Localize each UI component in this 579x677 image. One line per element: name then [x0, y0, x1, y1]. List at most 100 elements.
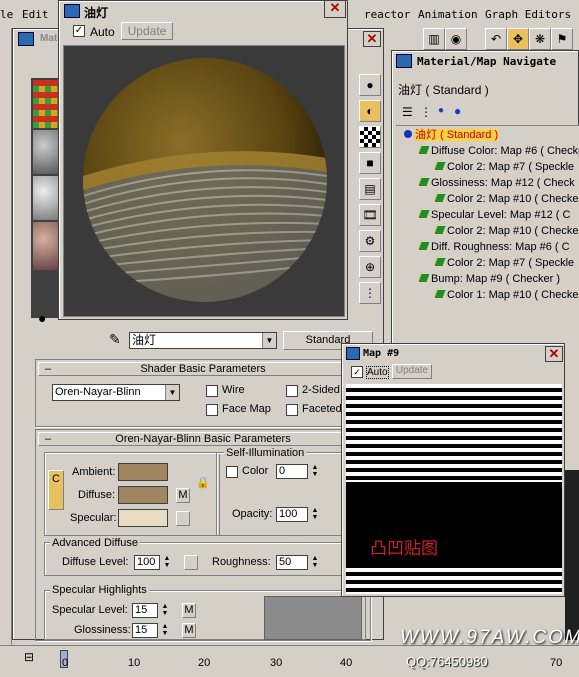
toolbar-icon-4[interactable]: ✥ [507, 28, 529, 50]
uv-tiling-icon[interactable]: ■ [359, 152, 381, 174]
specular-level-spinner[interactable]: ▲ ▼ [160, 603, 170, 617]
tree-item[interactable]: Color 2: Map #10 ( Checke [434, 192, 578, 207]
diffuse-level-spinner[interactable]: ▲ ▼ [162, 555, 172, 569]
map-icon [434, 258, 446, 266]
map-preview: 凸凹贴图 [346, 384, 562, 594]
sample-slot-1[interactable] [33, 80, 59, 128]
menu-graph-editors[interactable]: Graph Editors [485, 8, 571, 21]
map-title: Map #9 [363, 348, 400, 359]
preview-title: 油灯 [84, 6, 109, 20]
select-by-material-icon[interactable]: ⊕ [359, 256, 381, 278]
specular-level-field[interactable]: 15 [132, 603, 158, 618]
large-icons-view-icon[interactable]: ● [454, 104, 461, 118]
ambient-swatch[interactable] [118, 463, 168, 481]
tree-item[interactable]: Color 2: Map #7 ( Speckle [434, 256, 574, 271]
diffuse-map-button[interactable]: M [176, 488, 190, 503]
menu-file[interactable]: le [0, 8, 13, 21]
two-sided-checkbox[interactable] [286, 385, 298, 397]
tree-item[interactable]: Glossiness: Map #12 ( Check [418, 176, 575, 191]
toolbar-icon-5[interactable]: ❋ [529, 28, 551, 50]
self-illum-spinner[interactable]: ▲ ▼ [310, 464, 320, 478]
tree-item[interactable]: Specular Level: Map #12 ( C [418, 208, 570, 223]
faceted-checkbox[interactable] [286, 404, 298, 416]
glossiness-field[interactable]: 15 [132, 623, 158, 638]
pick-material-icon[interactable]: ✎ [109, 331, 121, 348]
highlight-graph [264, 596, 362, 640]
sample-slot-2[interactable] [33, 130, 59, 174]
face-map-checkbox[interactable] [206, 404, 218, 416]
opacity-field[interactable]: 100 [276, 507, 308, 522]
preview-window: 油灯 ✕ ✓ Auto Update [58, 0, 348, 320]
menu-edit[interactable]: Edit [22, 8, 49, 21]
material-name-field[interactable]: 油灯 ▼ [129, 332, 277, 349]
glossiness-map-button[interactable]: M [182, 623, 196, 638]
lock-icon[interactable]: 🔒 [196, 476, 210, 489]
key-icon[interactable]: ⊟ [24, 650, 34, 664]
tree-item-label: Bump: Map #9 ( Checker ) [431, 273, 560, 285]
backlight-icon[interactable]: ◐ [359, 100, 381, 122]
basic-params-rollout-title[interactable]: – Oren-Nayar-Blinn Basic Parameters [38, 432, 368, 446]
diffuse-level-field[interactable]: 100 [134, 555, 160, 570]
roughness-label: Roughness: [212, 556, 271, 568]
list-icons-view-icon[interactable]: ⋮ [420, 105, 432, 119]
small-icons-view-icon[interactable]: ● [438, 105, 444, 116]
make-preview-icon[interactable]: 🎞 [359, 204, 381, 226]
preview-auto-checkbox[interactable]: ✓ [73, 25, 85, 37]
map-icon [418, 210, 430, 218]
options-icon[interactable]: ⚙ [359, 230, 381, 252]
tree-item[interactable]: Diff. Roughness: Map #6 ( C [418, 240, 570, 255]
toolbar-icon-3[interactable]: ↶ [485, 28, 507, 50]
roughness-field[interactable]: 50 [276, 555, 308, 570]
tree-item[interactable]: Color 2: Map #10 ( Checke [434, 224, 578, 239]
side-toolbar: ● ◐ ■ ▤ 🎞 ⚙ ⊕ ⋮ [359, 74, 381, 334]
self-illum-value-field[interactable]: 0 [276, 464, 308, 479]
material-name-dropdown-arrow[interactable]: ▼ [262, 333, 276, 348]
sample-slot-4[interactable] [33, 222, 59, 270]
navigator-icon[interactable]: ⋮ [359, 282, 381, 304]
shader-rollout: – Shader Basic Parameters Oren-Nayar-Bli… [35, 359, 371, 427]
app-icon [64, 4, 80, 18]
map-update-button[interactable]: Update [392, 364, 432, 379]
diffuse-swatch[interactable] [118, 486, 168, 504]
preview-titlebar: 油灯 [60, 2, 346, 21]
background-checker-icon[interactable] [359, 126, 381, 148]
lock-ambient-diffuse-button[interactable]: C [48, 470, 64, 510]
shader-rollout-title[interactable]: – Shader Basic Parameters [38, 362, 368, 376]
menu-reactor[interactable]: reactor [364, 8, 410, 21]
map-close-button[interactable]: ✕ [545, 346, 563, 362]
tree-item[interactable]: Color 2: Map #7 ( Speckle [434, 160, 574, 175]
tree-item[interactable]: Bump: Map #9 ( Checker ) [418, 272, 560, 287]
material-editor-close-button[interactable]: ✕ [363, 31, 381, 47]
menu-animation[interactable]: Animation [418, 8, 478, 21]
specular-map-button[interactable] [176, 511, 190, 526]
video-color-icon[interactable]: ▤ [359, 178, 381, 200]
tree-item[interactable]: 油灯 ( Standard ) [404, 128, 499, 143]
tree-item[interactable]: Color 1: Map #10 ( Checke [434, 288, 578, 303]
main-toolbar: ▥ ◉ ↶ ✥ ❋ ⚑ [395, 28, 579, 50]
tree-item[interactable]: Diffuse Color: Map #6 ( Checke [418, 144, 579, 159]
toolbar-icon-2[interactable]: ◉ [445, 28, 467, 50]
wire-checkbox[interactable] [206, 385, 218, 397]
list-view-icon[interactable]: ☰ [402, 105, 413, 119]
sample-type-icon[interactable]: ● [359, 74, 381, 96]
self-illum-color-checkbox[interactable] [226, 466, 238, 478]
get-material-icon[interactable]: ● [38, 310, 46, 326]
diffuse-label: Diffuse: [78, 489, 116, 501]
roughness-spinner[interactable]: ▲ ▼ [310, 555, 320, 569]
faceted-label: Faceted [302, 403, 342, 415]
toolbar-icon-6[interactable]: ⚑ [551, 28, 573, 50]
opacity-spinner[interactable]: ▲ ▼ [310, 507, 320, 521]
specular-swatch[interactable] [118, 509, 168, 527]
glossiness-spinner[interactable]: ▲ ▼ [160, 623, 170, 637]
specular-label: Specular: [70, 512, 117, 524]
shader-type-select[interactable]: Oren-Nayar-Blinn ▼ [52, 384, 180, 401]
specular-level-map-button[interactable]: M [182, 603, 196, 618]
preview-update-button[interactable]: Update [121, 22, 173, 40]
diffuse-level-map-button[interactable] [184, 555, 198, 570]
sample-slot-3[interactable] [33, 176, 59, 220]
timeline-tick-20: 20 [198, 657, 211, 669]
map-auto-checkbox[interactable]: ✓ [351, 366, 363, 378]
shader-dropdown-arrow[interactable]: ▼ [165, 385, 179, 400]
preview-close-button[interactable]: ✕ [324, 0, 346, 18]
toolbar-icon-1[interactable]: ▥ [423, 28, 445, 50]
